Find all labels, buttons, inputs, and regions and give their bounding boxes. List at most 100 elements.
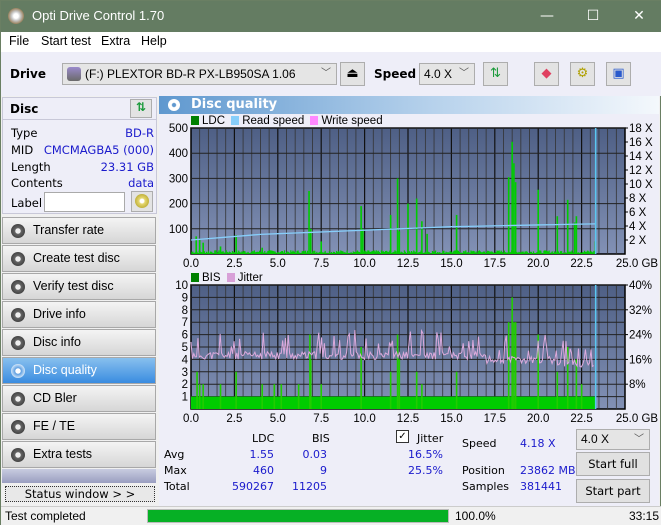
y-tick-label: 5: [182, 342, 188, 354]
start-part-button[interactable]: Start part: [576, 479, 650, 503]
chevron-down-icon: ﹀: [321, 68, 331, 79]
nav-fe-te[interactable]: FE / TE: [2, 413, 156, 440]
settings-button[interactable]: ⚙: [570, 62, 595, 86]
x-tick-label: 12.5: [397, 413, 419, 425]
menu-file[interactable]: File: [9, 34, 29, 48]
disc-value: CMCMAGBA5 (000): [43, 143, 154, 157]
y2-tick-label: 10 X: [629, 179, 653, 191]
nav-drive-info[interactable]: Drive info: [2, 301, 156, 328]
x-tick-label: 20.0: [527, 258, 549, 270]
y2-tick-label: 8%: [629, 379, 646, 391]
nav-label: Disc quality: [33, 363, 97, 377]
y-tick-label: 7: [182, 317, 188, 329]
y-tick-label: 9: [182, 292, 188, 304]
nav-disc-info[interactable]: Disc info: [2, 329, 156, 356]
nav-transfer-rate[interactable]: Transfer rate: [2, 217, 156, 244]
nav-extra-tests[interactable]: Extra tests: [2, 441, 156, 468]
x-tick-label: 12.5: [397, 258, 419, 270]
jitter-checkbox-label: Jitter: [417, 432, 444, 445]
disc-key: Type: [11, 126, 38, 140]
x-tick-label: 7.5: [313, 413, 329, 425]
status-bar: Test completed 100.0% 33:15: [1, 506, 661, 525]
y2-tick-label: 40%: [629, 280, 652, 292]
chevron-down-icon: ﹀: [459, 68, 469, 79]
save-button[interactable]: ▣: [606, 62, 631, 86]
minimize-button[interactable]: —: [524, 1, 570, 32]
drive-select[interactable]: (F:) PLEXTOR BD-R PX-LB950SA 1.06 ﹀: [62, 63, 337, 85]
disc-quality-icon: [11, 364, 25, 378]
nav-disc-quality[interactable]: Disc quality: [2, 357, 156, 384]
stats-avg-bis: 0.03: [302, 448, 328, 461]
x-tick-label: 2.5: [226, 258, 242, 270]
start-full-button[interactable]: Start full: [576, 452, 650, 476]
app-disc-icon: [8, 8, 24, 24]
x-tick-label: 5.0: [270, 258, 286, 270]
menu-start-test[interactable]: Start test: [41, 34, 91, 48]
y-tick-label: 100: [169, 224, 188, 236]
disc-row-length: Length 23.31 GB: [11, 160, 154, 177]
stats-col-bis: BIS: [312, 432, 330, 445]
stats-max-label: Max: [164, 464, 187, 477]
stats-avg-label: Avg: [164, 448, 185, 461]
y2-tick-label: 14 X: [629, 151, 653, 163]
refresh-arrows-icon: ⇅: [490, 66, 501, 81]
app-window: Opti Drive Control 1.70 — ☐ ✕ File Start…: [0, 0, 661, 525]
progress-bar: [147, 509, 449, 523]
jitter-checkbox[interactable]: ✓: [396, 430, 409, 443]
x-tick-label: 17.5: [484, 413, 506, 425]
y-tick-label: 300: [169, 173, 188, 185]
disc-row-type: Type BD-R: [11, 126, 154, 143]
y-tick-label: 8: [182, 305, 188, 317]
y-tick-label: 1: [182, 392, 188, 404]
progress-fill: [148, 510, 448, 522]
nav-label: Extra tests: [33, 447, 93, 461]
label-input[interactable]: [44, 192, 125, 212]
status-window-button[interactable]: Status window > >: [5, 486, 155, 502]
drive-label: Drive: [10, 67, 46, 81]
close-button[interactable]: ✕: [616, 1, 661, 32]
maximize-button[interactable]: ☐: [570, 1, 616, 32]
stats-col-ldc: LDC: [252, 432, 275, 445]
speed-label: Speed: [374, 67, 417, 81]
speed-label: Speed: [462, 437, 497, 450]
menu-extra[interactable]: Extra: [101, 34, 130, 48]
y2-tick-label: 16%: [629, 354, 652, 366]
label-apply-button[interactable]: [131, 191, 153, 212]
label-key: Label: [11, 196, 43, 210]
nav-verify-test-disc[interactable]: Verify test disc: [2, 273, 156, 300]
eject-button[interactable]: ⏏: [340, 62, 365, 86]
speed-select[interactable]: 4.0 X ﹀: [419, 63, 475, 85]
floppy-disk-icon: ▣: [612, 66, 625, 81]
speed-value: 4.18 X: [520, 437, 556, 450]
test-speed-select[interactable]: 4.0 X ﹀: [576, 429, 650, 450]
toolbar: Drive (F:) PLEXTOR BD-R PX-LB950SA 1.06 …: [1, 52, 661, 96]
stats-avg-jitter: 16.5%: [408, 448, 443, 461]
y-tick-label: 6: [182, 330, 188, 342]
x-tick-label: 15.0: [440, 413, 462, 425]
nav-label: Verify test disc: [33, 279, 114, 293]
y2-tick-label: 6 X: [629, 207, 647, 219]
stats-max-ldc: 460: [253, 464, 274, 477]
bis-chart: 10987654321 40% 32% 24% 16% 8% 0.0 2.5 5.0 7.5 10.…: [175, 280, 659, 425]
y2-tick-label: 32%: [629, 305, 652, 317]
disc-icon: [135, 194, 149, 208]
refresh-button[interactable]: ⇅: [483, 62, 508, 86]
disc-value: 23.31 GB: [100, 160, 154, 174]
speed-select-value: 4.0 X: [424, 67, 453, 81]
y2-tick-label: 4 X: [629, 221, 647, 233]
y2-tick-label: 24%: [629, 330, 652, 342]
nav-cd-bler[interactable]: CD Bler: [2, 385, 156, 412]
disc-info-icon: [11, 336, 25, 350]
x-tick-label: 10.0: [353, 258, 375, 270]
erase-button[interactable]: ◆: [534, 62, 559, 86]
menu-help[interactable]: Help: [141, 34, 167, 48]
x-tick-label: 25.0 GB: [616, 413, 659, 425]
y-tick-label: 400: [169, 148, 188, 160]
y-tick-label: 500: [169, 123, 188, 135]
test-speed-value: 4.0 X: [581, 432, 610, 446]
disc-row-mid: MID CMCMAGBA5 (000): [11, 143, 154, 160]
nav-label: Drive info: [33, 307, 86, 321]
nav-create-test-disc[interactable]: Create test disc: [2, 245, 156, 272]
disc-value: BD-R: [125, 126, 154, 140]
disc-refresh-button[interactable]: ⇅: [130, 99, 152, 118]
